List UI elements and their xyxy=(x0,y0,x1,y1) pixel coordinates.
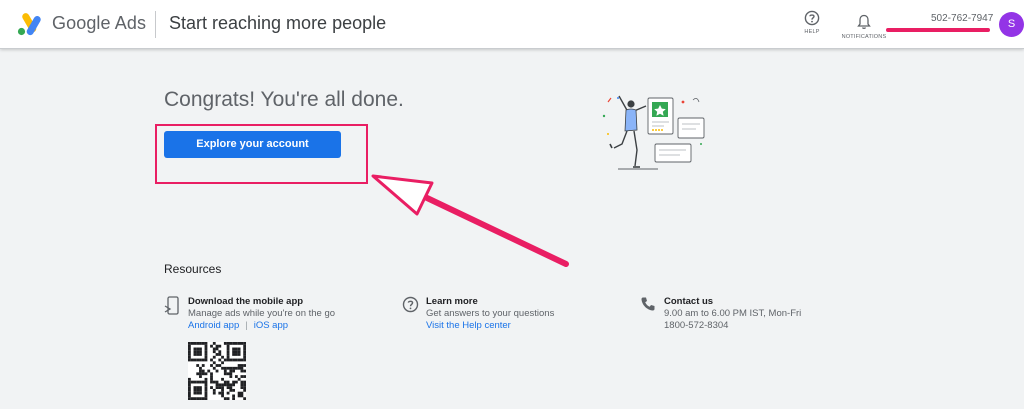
android-app-link[interactable]: Android app xyxy=(188,320,239,331)
learn-more-heading: Learn more xyxy=(426,296,478,307)
resources-heading: Resources xyxy=(164,262,222,276)
phone-download-icon xyxy=(164,296,179,315)
review-card xyxy=(647,97,674,135)
link-separator: | xyxy=(245,320,248,331)
help-circle-icon xyxy=(402,296,419,313)
help-center-link[interactable]: Visit the Help center xyxy=(426,320,554,332)
contact-us-heading: Contact us xyxy=(664,296,714,307)
phone-icon xyxy=(641,297,655,311)
contact-phone: 1800-572-8304 xyxy=(664,320,729,331)
contact-hours: 9.00 am to 6.00 PM IST, Mon-Fri xyxy=(664,308,802,319)
mobile-app-heading: Download the mobile app xyxy=(188,296,304,307)
annotation-arrow-icon xyxy=(371,174,569,267)
mobile-app-description: Manage ads while you're on the go xyxy=(188,308,336,319)
app-download-qr-code xyxy=(188,342,246,400)
learn-more-description: Get answers to your questions xyxy=(426,308,555,319)
ios-app-link[interactable]: iOS app xyxy=(254,320,288,331)
celebration-illustration xyxy=(602,95,705,170)
